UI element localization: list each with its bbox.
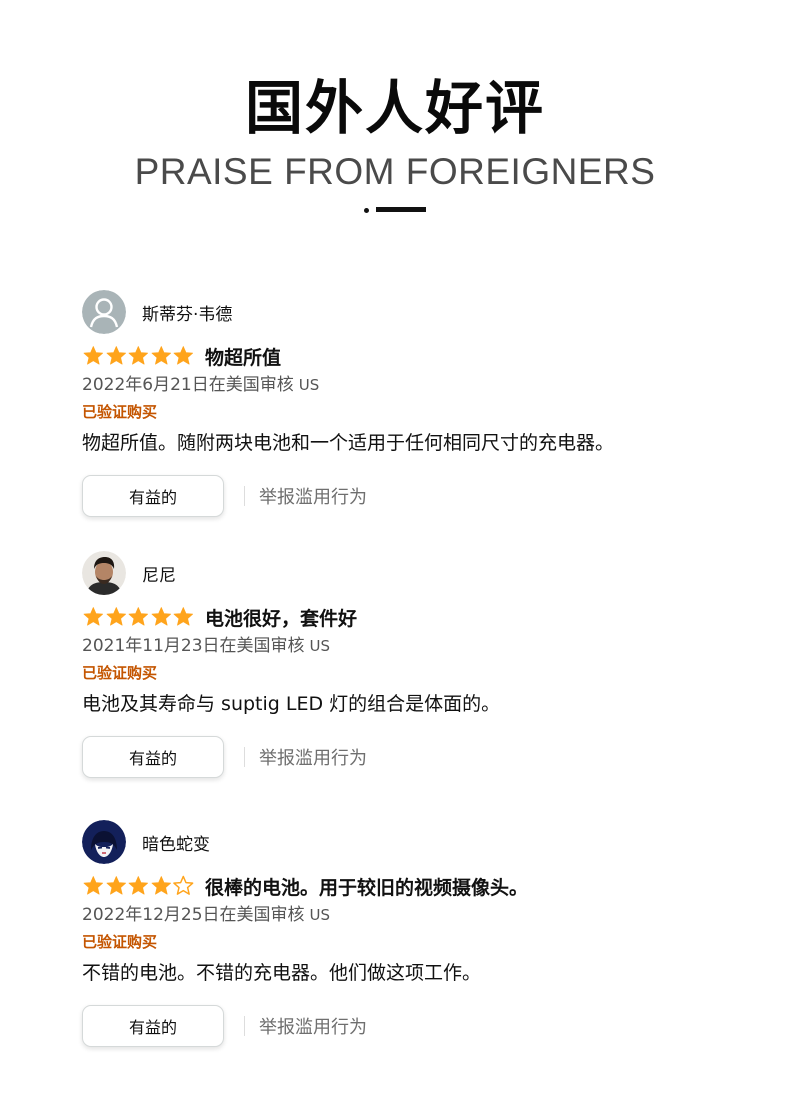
- page-subtitle: PRAISE FROM FOREIGNERS: [134, 151, 656, 192]
- username: 斯蒂芬·韦德: [142, 304, 233, 325]
- review-actions: 有益的 举报滥用行为: [82, 1005, 722, 1047]
- star-filled-icon: [106, 346, 126, 365]
- review-date: 2021年11月23日在美国审核 US: [82, 634, 722, 658]
- default-user-icon: [82, 290, 126, 334]
- star-filled-icon: [151, 346, 171, 365]
- section-header: 国外人好评 PRAISE FROM FOREIGNERS: [0, 72, 790, 194]
- page: 国外人好评 PRAISE FROM FOREIGNERS 斯蒂芬·韦德 物超所值…: [0, 0, 790, 1093]
- star-rating: [82, 345, 195, 367]
- review-date: 2022年12月25日在美国审核 US: [82, 903, 722, 927]
- helpful-button[interactable]: 有益的: [82, 475, 224, 517]
- report-abuse-link[interactable]: 举报滥用行为: [259, 1013, 367, 1039]
- review-title[interactable]: 电池很好，套件好: [205, 604, 357, 631]
- review-body: 物超所值。随附两块电池和一个适用于任何相同尺寸的充电器。: [82, 432, 615, 454]
- verified-purchase-badge: 已验证购买: [82, 403, 158, 421]
- helpful-button[interactable]: 有益的: [82, 736, 224, 778]
- page-title: 国外人好评: [244, 74, 545, 142]
- star-filled-icon: [106, 607, 126, 626]
- review-title[interactable]: 很棒的电池。用于较旧的视频摄像头。: [205, 873, 528, 900]
- rating-row: 很棒的电池。用于较旧的视频摄像头。: [82, 873, 722, 899]
- star-filled-icon: [128, 607, 149, 626]
- star-filled-icon: [83, 346, 104, 365]
- rating-row: 电池很好，套件好: [82, 604, 722, 630]
- star-empty-icon: [173, 875, 194, 895]
- username: 暗色蛇变: [142, 834, 210, 855]
- review-actions: 有益的 举报滥用行为: [82, 475, 722, 517]
- illustrated-avatar-icon: [82, 820, 126, 864]
- review-actions: 有益的 举报滥用行为: [82, 736, 722, 778]
- star-filled-icon: [128, 346, 149, 365]
- star-filled-icon: [173, 607, 194, 626]
- review-body: 不错的电池。不错的充电器。他们做这项工作。: [82, 962, 482, 984]
- divider-dot: [364, 208, 369, 213]
- review-body: 电池及其寿命与 suptig LED 灯的组合是体面的。: [82, 693, 501, 715]
- star-filled-icon: [128, 876, 149, 895]
- star-filled-icon: [83, 607, 104, 626]
- user-photo-icon: [82, 551, 126, 595]
- username: 尼尼: [142, 565, 176, 586]
- review-date-text: 2022年6月21日在美国审核: [82, 375, 294, 395]
- helpful-button[interactable]: 有益的: [82, 1005, 224, 1047]
- region-code: US: [309, 637, 331, 655]
- action-separator: [244, 747, 245, 767]
- star-filled-icon: [151, 876, 171, 895]
- title-divider: [364, 207, 428, 213]
- review-date: 2022年6月21日在美国审核 US: [82, 373, 722, 397]
- verified-purchase-badge: 已验证购买: [82, 933, 158, 951]
- avatar: [82, 551, 126, 595]
- review-card: 尼尼 电池很好，套件好 2021年11月23日在美国审核 US 已验证购买 电池及…: [82, 550, 722, 778]
- review-title[interactable]: 物超所值: [205, 343, 281, 370]
- divider-bar: [376, 207, 426, 212]
- star-filled-icon: [83, 876, 104, 895]
- review-user: 尼尼: [82, 550, 722, 596]
- star-filled-icon: [151, 607, 171, 626]
- star-filled-icon: [106, 876, 126, 895]
- review-card: 斯蒂芬·韦德 物超所值 2022年6月21日在美国审核 US 已验证购买 物超所值…: [82, 289, 722, 517]
- verified-purchase-badge: 已验证购买: [82, 664, 158, 682]
- star-filled-icon: [173, 346, 194, 365]
- review-user: 斯蒂芬·韦德: [82, 289, 722, 335]
- review-user: 暗色蛇变: [82, 819, 722, 865]
- region-code: US: [298, 376, 320, 394]
- action-separator: [244, 1016, 245, 1036]
- avatar: [82, 820, 126, 864]
- avatar: [82, 290, 126, 334]
- region-code: US: [309, 906, 331, 924]
- rating-row: 物超所值: [82, 343, 722, 369]
- star-rating: [82, 875, 195, 897]
- review-card: 暗色蛇变 很棒的电池。用于较旧的视频摄像头。 2022年12月25日在美国审核 U…: [82, 819, 722, 1047]
- report-abuse-link[interactable]: 举报滥用行为: [259, 744, 367, 770]
- review-date-text: 2021年11月23日在美国审核: [82, 636, 305, 656]
- review-date-text: 2022年12月25日在美国审核: [82, 905, 305, 925]
- report-abuse-link[interactable]: 举报滥用行为: [259, 483, 367, 509]
- star-rating: [82, 606, 195, 628]
- action-separator: [244, 486, 245, 506]
